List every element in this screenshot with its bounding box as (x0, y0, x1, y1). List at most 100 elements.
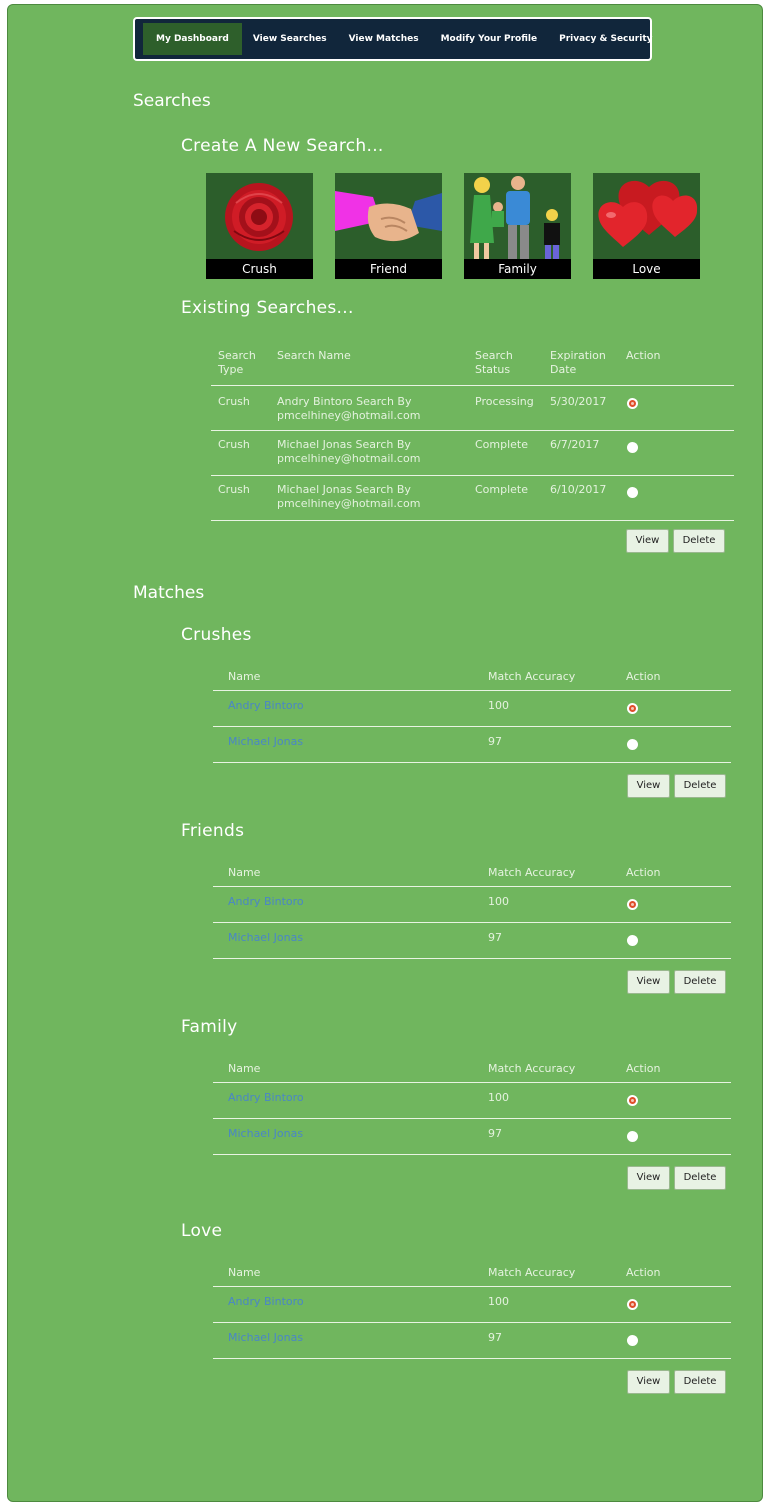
match-accuracy: 97 (488, 735, 502, 748)
handshake-icon (335, 191, 442, 242)
delete-button[interactable]: Delete (674, 1370, 726, 1394)
nav-view-matches[interactable]: View Matches (338, 23, 430, 55)
match-name-link[interactable]: Michael Jonas (228, 1127, 303, 1140)
col-action: Action (626, 866, 661, 879)
tile-friend[interactable]: Friend (335, 173, 442, 279)
divider (213, 690, 731, 691)
row-select-radio[interactable] (627, 1335, 638, 1346)
row-select-radio[interactable] (627, 739, 638, 750)
existing-searches-heading: Existing Searches... (181, 298, 354, 318)
divider (211, 385, 734, 386)
col-expiration-date: Expiration Date (550, 349, 606, 376)
create-search-heading: Create A New Search... (181, 136, 384, 156)
col-name: Name (228, 866, 261, 879)
search-status: Complete (475, 483, 529, 496)
row-select-radio[interactable] (627, 935, 638, 946)
col-match-accuracy: Match Accuracy (488, 670, 576, 683)
divider (211, 475, 734, 476)
search-status: Processing (475, 395, 534, 408)
col-search-type: Search Type (218, 349, 256, 376)
delete-button[interactable]: Delete (674, 970, 726, 994)
view-button[interactable]: View (627, 774, 670, 798)
col-action: Action (626, 349, 661, 362)
view-button[interactable]: View (627, 970, 670, 994)
divider (211, 430, 734, 431)
nav-privacy-security[interactable]: Privacy & Security (548, 23, 663, 55)
divider (213, 1358, 731, 1359)
delete-button[interactable]: Delete (674, 774, 726, 798)
match-name-link[interactable]: Andry Bintoro (228, 1295, 304, 1308)
delete-button[interactable]: Delete (673, 529, 725, 553)
col-search-status: Search Status (475, 349, 513, 376)
col-name: Name (228, 670, 261, 683)
search-type: Crush (218, 483, 250, 496)
matches-heading: Matches (133, 583, 205, 603)
match-accuracy: 100 (488, 895, 509, 908)
divider (213, 1118, 731, 1119)
match-accuracy: 97 (488, 1127, 502, 1140)
tile-crush[interactable]: Crush (206, 173, 313, 279)
page-frame: My Dashboard View Searches View Matches … (7, 4, 763, 1502)
row-select-radio[interactable] (627, 1095, 638, 1106)
col-match-accuracy: Match Accuracy (488, 1062, 576, 1075)
col-action: Action (626, 1062, 661, 1075)
divider (213, 1322, 731, 1323)
row-select-radio[interactable] (627, 703, 638, 714)
divider (213, 1082, 731, 1083)
divider (213, 1286, 731, 1287)
search-name: Michael Jonas Search By pmcelhiney@hotma… (277, 438, 421, 465)
row-select-radio[interactable] (627, 487, 638, 498)
match-name-link[interactable]: Andry Bintoro (228, 699, 304, 712)
search-type: Crush (218, 438, 250, 451)
tile-family[interactable]: Family (464, 173, 571, 279)
col-search-name: Search Name (277, 349, 351, 362)
col-action: Action (626, 670, 661, 683)
view-button[interactable]: View (627, 1166, 670, 1190)
tile-love[interactable]: Love (593, 173, 700, 279)
expiration-date: 6/10/2017 (550, 483, 607, 496)
group-title: Crushes (181, 625, 252, 645)
row-select-radio[interactable] (627, 899, 638, 910)
row-select-radio[interactable] (627, 1131, 638, 1142)
col-name: Name (228, 1062, 261, 1075)
match-accuracy: 97 (488, 931, 502, 944)
tile-friend-label: Friend (335, 259, 442, 279)
row-select-radio[interactable] (627, 442, 638, 453)
match-name-link[interactable]: Michael Jonas (228, 735, 303, 748)
tile-crush-label: Crush (206, 259, 313, 279)
match-accuracy: 97 (488, 1331, 502, 1344)
match-accuracy: 100 (488, 699, 509, 712)
search-status: Complete (475, 438, 529, 451)
match-accuracy: 100 (488, 1091, 509, 1104)
row-select-radio[interactable] (627, 398, 638, 409)
delete-button[interactable]: Delete (674, 1166, 726, 1190)
tile-love-label: Love (593, 259, 700, 279)
divider (211, 520, 734, 521)
match-name-link[interactable]: Michael Jonas (228, 1331, 303, 1344)
view-button[interactable]: View (626, 529, 669, 553)
nav-view-searches[interactable]: View Searches (242, 23, 338, 55)
col-name: Name (228, 1266, 261, 1279)
group-title: Friends (181, 821, 245, 841)
nav-modify-profile[interactable]: Modify Your Profile (430, 23, 549, 55)
col-action: Action (626, 1266, 661, 1279)
match-name-link[interactable]: Andry Bintoro (228, 1091, 304, 1104)
match-name-link[interactable]: Andry Bintoro (228, 895, 304, 908)
col-match-accuracy: Match Accuracy (488, 866, 576, 879)
search-type: Crush (218, 395, 250, 408)
expiration-date: 6/7/2017 (550, 438, 600, 451)
match-name-link[interactable]: Michael Jonas (228, 931, 303, 944)
group-title: Family (181, 1017, 238, 1037)
view-button[interactable]: View (627, 1370, 670, 1394)
rose-icon (225, 183, 293, 251)
row-select-radio[interactable] (627, 1299, 638, 1310)
nav-my-dashboard[interactable]: My Dashboard (143, 23, 242, 55)
group-title: Love (181, 1221, 223, 1241)
divider (213, 726, 731, 727)
main-nav: My Dashboard View Searches View Matches … (133, 17, 653, 61)
divider (213, 958, 731, 959)
search-name: Andry Bintoro Search By pmcelhiney@hotma… (277, 395, 421, 422)
expiration-date: 5/30/2017 (550, 395, 607, 408)
searches-heading: Searches (133, 91, 211, 111)
divider (213, 922, 731, 923)
